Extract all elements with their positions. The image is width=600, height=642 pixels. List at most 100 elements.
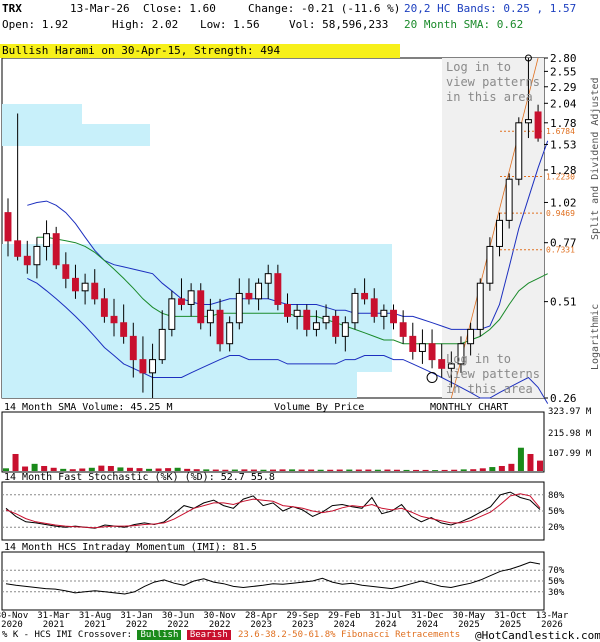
candle-body-35 (341, 322, 349, 337)
volume-bar-15 (146, 468, 153, 471)
stoch-tick-2: 20% (548, 523, 565, 533)
bullish-tag: Bullish (137, 630, 182, 640)
volume-bar-35 (336, 469, 343, 471)
volume-bar-6 (60, 468, 67, 471)
candle-body-41 (399, 322, 407, 337)
price-tick-3: 2.04 (550, 97, 577, 110)
price-tick-0: 2.80 (550, 52, 577, 65)
candle-body-34 (332, 315, 340, 337)
fib-legend: 23.6-38.2-50-61.8% Fibonacci Retracement… (238, 630, 461, 640)
volume-bar-8 (79, 468, 86, 471)
candle-body-31 (303, 309, 311, 330)
pattern-banner[interactable]: Bullish Harami on 30-Apr-15, Strength: 4… (0, 44, 400, 58)
candle-body-22 (216, 309, 224, 345)
candle-body-26 (255, 282, 263, 300)
volume-bar-43 (413, 469, 420, 471)
stoch-tick-1: 50% (548, 507, 565, 517)
price-highlight-4 (2, 372, 357, 398)
candle-body-48 (467, 328, 475, 345)
stoch-tick-0: 80% (548, 491, 565, 501)
candle-body-25 (245, 292, 253, 300)
volume-bar-39 (374, 469, 381, 471)
volume-bar-17 (165, 468, 172, 471)
volume-bar-19 (184, 468, 191, 471)
side-label: Split and Dividend Adjusted (590, 77, 600, 240)
price-tick-10: 0.26 (550, 392, 577, 405)
candle-body-4 (43, 233, 51, 247)
candle-body-27 (264, 273, 272, 284)
volume-bar-31 (298, 469, 305, 471)
candle-body-32 (312, 322, 320, 330)
price-tick-7: 1.02 (550, 196, 577, 209)
volume-bar-2 (22, 466, 29, 471)
candle-body-2 (23, 255, 31, 266)
price-tick-5: 1.53 (550, 138, 577, 151)
candle-body-1 (14, 240, 22, 257)
volume-bar-42 (403, 469, 410, 471)
volume-bar-55 (527, 453, 534, 471)
copyright: @HotCandlestick.com (475, 629, 600, 642)
volume-tick-0: 323.97 M (548, 407, 592, 417)
x-label-year-3: 2022 (126, 620, 148, 630)
volume-bar-45 (432, 470, 439, 471)
candle-body-44 (428, 343, 436, 361)
candle-body-13 (129, 335, 137, 361)
price-tick-2: 2.29 (550, 81, 577, 94)
pattern-note-top[interactable]: Log in to view patterns in this area (446, 60, 540, 105)
volume-bar-13 (126, 467, 133, 471)
candle-body-49 (476, 282, 484, 330)
candle-body-39 (380, 309, 388, 317)
volume-bar-12 (117, 467, 124, 471)
volume-bar-21 (203, 469, 210, 471)
candle-body-12 (120, 322, 128, 337)
candle-body-7 (72, 277, 79, 292)
candle-body-36 (351, 292, 359, 324)
candle-body-30 (293, 309, 301, 317)
candle-body-3 (33, 245, 41, 266)
volume-tick-2: 107.99 M (548, 449, 592, 459)
candle-body-5 (52, 233, 60, 266)
vbp-label: Volume By Price (274, 402, 364, 413)
pattern-note-bottom[interactable]: Log in to view patterns in this area (446, 352, 540, 397)
volume-title: 14 Month SMA Volume: 45.25 M (4, 402, 173, 413)
candle-body-23 (226, 322, 234, 345)
candle-body-42 (409, 335, 417, 352)
imi-tick-0: 70% (548, 566, 565, 576)
x-label-year-9: 2024 (375, 620, 397, 630)
candle-body-43 (418, 343, 426, 352)
candle-body-20 (197, 290, 205, 324)
candle-body-28 (274, 273, 282, 305)
price-tick-6: 1.28 (550, 164, 577, 177)
x-label-year-10: 2024 (417, 620, 439, 630)
volume-bar-56 (537, 460, 543, 471)
candle-body-21 (206, 309, 214, 324)
volume-bar-48 (460, 469, 467, 471)
volume-bar-16 (155, 468, 162, 471)
volume-bar-14 (136, 468, 143, 471)
volume-bar-54 (517, 447, 524, 471)
candle-body-53 (515, 122, 523, 180)
candle-body-8 (81, 282, 89, 292)
volume-bar-53 (508, 463, 515, 471)
price-tick-1: 2.55 (550, 65, 577, 78)
candle-body-16 (158, 328, 166, 361)
volume-bar-3 (31, 463, 38, 471)
candle-body-0 (4, 212, 12, 242)
candle-body-6 (62, 264, 70, 279)
candle-body-15 (149, 359, 157, 374)
volume-bar-47 (451, 469, 458, 471)
chart-type-label: MONTHLY CHART (430, 402, 508, 413)
candle-body-50 (486, 245, 494, 284)
volume-bar-41 (393, 469, 400, 471)
candle-body-55 (534, 111, 542, 139)
candle-body-11 (110, 315, 118, 324)
volume-bar-28 (270, 469, 276, 471)
volume-bar-10 (98, 465, 105, 471)
footer-legend: % K - HCS IMI Crossover: Bullish Bearish (2, 630, 231, 640)
volume-bar-32 (308, 469, 315, 471)
candle-body-33 (322, 315, 330, 324)
volume-bar-30 (289, 469, 296, 471)
volume-bar-18 (174, 467, 181, 471)
candle-body-9 (91, 282, 99, 300)
volume-bar-11 (107, 465, 114, 471)
